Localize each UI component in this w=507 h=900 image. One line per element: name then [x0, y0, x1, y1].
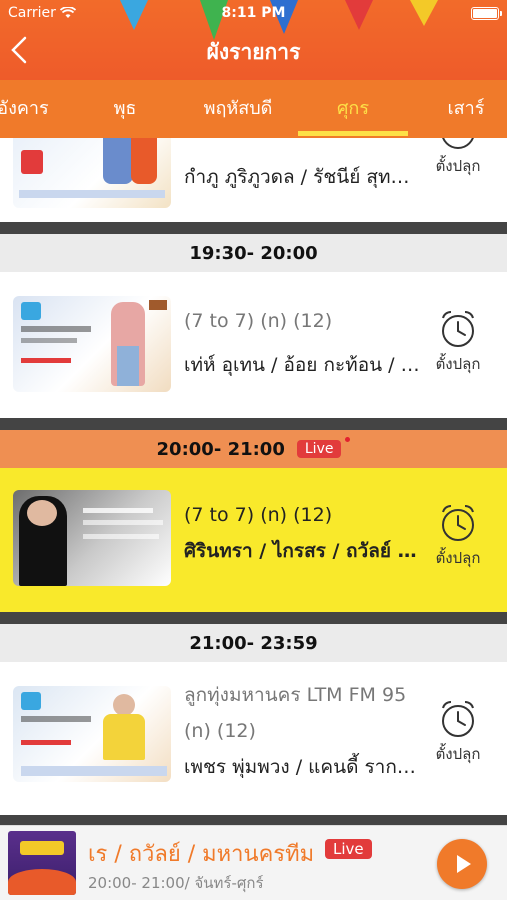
status-time: 8:11 PM [221, 5, 286, 21]
status-bar: Carrier 8:11 PM [0, 0, 507, 28]
divider [0, 418, 507, 430]
alarm-clock-icon [442, 505, 474, 541]
program-item[interactable]: ลูกทุ่งมหานคร LTM FM 95 (n) (12) เพชร พุ… [0, 662, 507, 815]
tab-thursday[interactable]: พฤหัสบดี [188, 80, 288, 138]
tab-wednesday[interactable]: พุธ [90, 80, 160, 138]
program-title: (7 to 7) (n) (12) [184, 310, 333, 332]
tab-tuesday[interactable]: อังคาร [0, 80, 68, 138]
program-thumbnail [13, 686, 171, 782]
time-slot-header: 21:00- 23:59 [0, 624, 507, 662]
program-thumbnail [13, 490, 171, 586]
program-text: ลูกทุ่งมหานคร LTM FM 95 (n) (12) เพชร พุ… [184, 680, 421, 782]
divider [0, 222, 507, 234]
tab-active-indicator [298, 131, 408, 136]
now-playing-subtitle: 20:00- 21:00/ จันทร์-ศุกร์ [88, 874, 264, 892]
program-hosts: เพชร พุ่มพวง / แคนดี้ รากแ... [184, 756, 421, 778]
live-badge: Live [325, 839, 372, 859]
alarm-label: ตั้งปลุก [435, 549, 481, 567]
now-playing-thumbnail [8, 831, 76, 895]
alarm-clock-icon [442, 701, 474, 737]
time-slot-header-live: 20:00- 21:00 Live [0, 430, 507, 468]
tab-friday[interactable]: ศุกร [308, 80, 398, 138]
divider [0, 815, 507, 825]
live-indicator-dot [345, 436, 351, 442]
program-hosts: ศิรินทรา / ไกรสร / ถวัลย์ /... [184, 540, 421, 562]
program-title: ลูกทุ่งมหานคร LTM FM 95 [184, 684, 407, 706]
time-slot-header: 19:30- 20:00 [0, 234, 507, 272]
now-playing-bar[interactable]: เร / ถวัลย์ / มหานครทีม Live 20:00- 21:0… [0, 825, 507, 900]
program-thumbnail [13, 138, 171, 208]
header: Carrier 8:11 PM ผังรายการ [0, 0, 507, 80]
set-alarm-button[interactable]: ตั้งปลุก [421, 502, 495, 570]
battery-icon [471, 7, 502, 20]
alarm-label: ตั้งปลุก [435, 355, 481, 373]
schedule-list[interactable]: กำภู ภูริภูวดล / รัชนีย์ สุทธิธ... ตั้งป… [0, 138, 507, 825]
set-alarm-button[interactable]: ตั้งปลุก [421, 308, 495, 376]
time-slot-label: 19:30- 20:00 [189, 242, 318, 264]
program-title-line2: (n) (12) [184, 720, 256, 742]
alarm-label: ตั้งปลุก [435, 745, 481, 763]
program-hosts: เท่ห์ อุเทน / อ้อย กะท้อน / โอ๋... [184, 354, 421, 376]
alarm-clock-icon [442, 138, 474, 149]
program-item[interactable]: (7 to 7) (n) (12) เท่ห์ อุเทน / อ้อย กะท… [0, 272, 507, 418]
program-text: (7 to 7) (n) (12) เท่ห์ อุเทน / อ้อย กะท… [184, 310, 421, 380]
program-title: (7 to 7) (n) (12) [184, 504, 333, 526]
alarm-label: ตั้งปลุก [435, 157, 481, 175]
page-title: ผังรายการ [206, 40, 301, 64]
set-alarm-button[interactable]: ตั้งปลุก [421, 138, 495, 178]
program-item-live[interactable]: (7 to 7) (n) (12) ศิรินทรา / ไกรสร / ถวั… [0, 468, 507, 612]
program-thumbnail [13, 296, 171, 392]
time-slot-label: 20:00- 21:00 [156, 438, 285, 460]
program-text: กำภู ภูริภูวดล / รัชนีย์ สุทธิธ... [184, 162, 421, 192]
live-badge: Live [296, 440, 342, 458]
program-text: (7 to 7) (n) (12) ศิรินทรา / ไกรสร / ถวั… [184, 504, 421, 566]
screen: Carrier 8:11 PM ผังรายการ อังคาร พุธ พฤห… [0, 0, 507, 900]
divider [0, 612, 507, 624]
program-item[interactable]: กำภู ภูริภูวดล / รัชนีย์ สุทธิธ... ตั้งป… [0, 138, 507, 222]
program-hosts: กำภู ภูริภูวดล / รัชนีย์ สุทธิธ... [184, 166, 421, 188]
day-tabs: อังคาร พุธ พฤหัสบดี ศุกร เสาร์ [0, 80, 507, 138]
now-playing-title: เร / ถวัลย์ / มหานครทีม [88, 842, 315, 867]
time-slot-label: 21:00- 23:59 [189, 632, 318, 654]
play-button[interactable] [437, 839, 487, 889]
tab-saturday[interactable]: เสาร์ [425, 80, 507, 138]
alarm-clock-icon [442, 311, 474, 347]
set-alarm-button[interactable]: ตั้งปลุก [421, 698, 495, 766]
